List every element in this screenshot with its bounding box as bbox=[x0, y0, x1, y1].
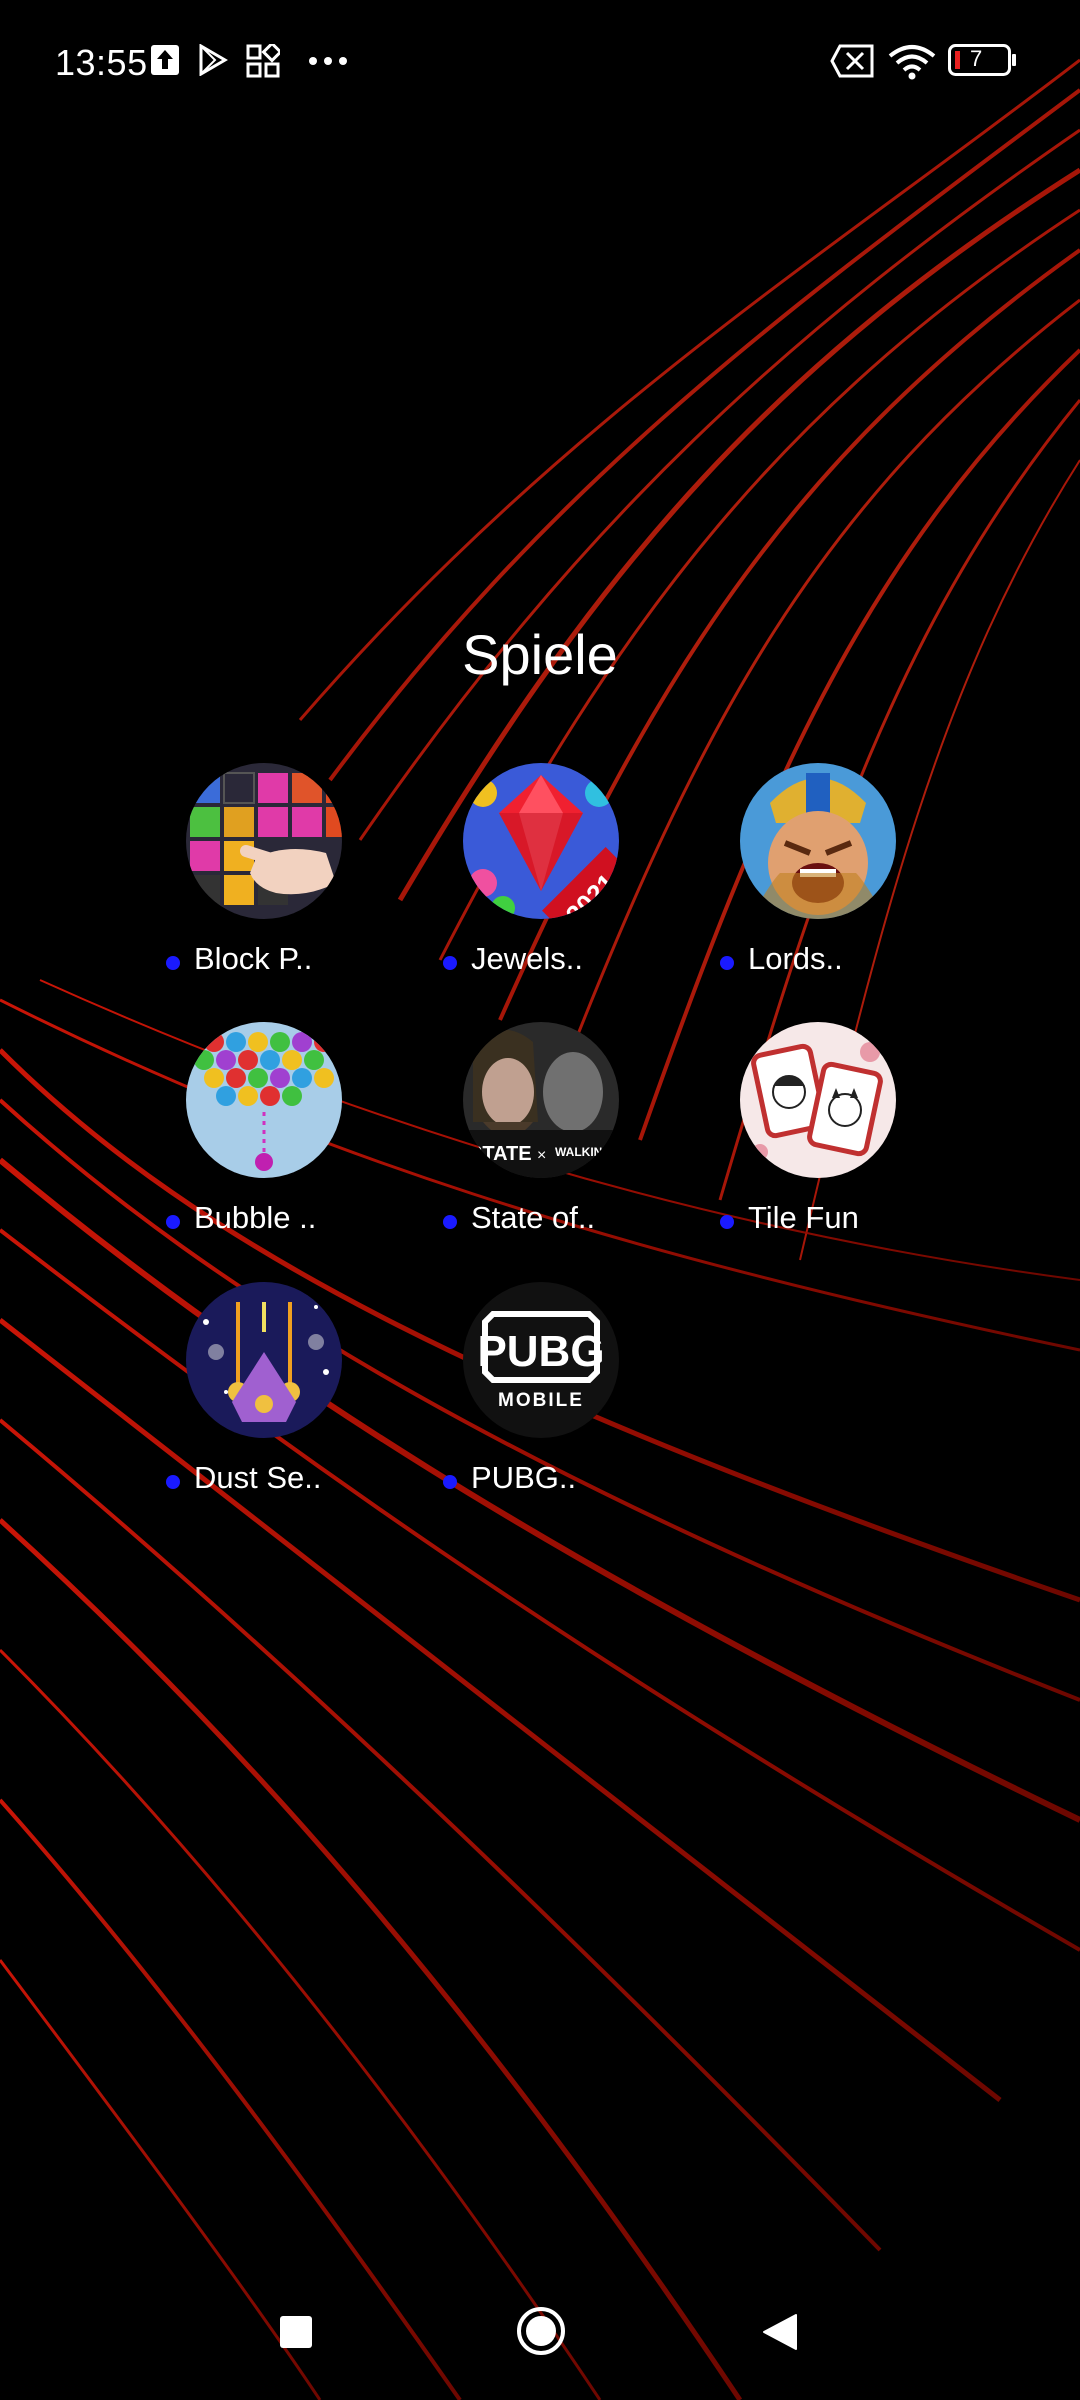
new-app-indicator bbox=[166, 956, 180, 970]
app-label-row: Jewels.. bbox=[403, 941, 683, 981]
state-of-survival-icon: STATE × WALKING bbox=[463, 1022, 619, 1178]
clock: 13:55 bbox=[55, 42, 148, 83]
app-label: Bubble .. bbox=[194, 1200, 317, 1235]
app-label: Jewels.. bbox=[471, 941, 583, 976]
app-label: State of.. bbox=[471, 1200, 596, 1235]
app-grid-icon bbox=[246, 44, 280, 78]
new-app-indicator bbox=[443, 1475, 457, 1489]
folder-title[interactable]: Spiele bbox=[0, 622, 1080, 687]
jewels-icon: 2021 bbox=[463, 763, 619, 919]
pubg-mobile-icon: PUBG MOBILE bbox=[463, 1282, 619, 1438]
no-sim-icon bbox=[830, 44, 874, 78]
recents-button[interactable] bbox=[279, 2315, 313, 2349]
new-app-indicator bbox=[443, 956, 457, 970]
walking-dead-text: WALKING bbox=[555, 1145, 612, 1159]
battery-level: 7 bbox=[970, 46, 983, 71]
new-app-indicator bbox=[720, 1215, 734, 1229]
app-label-row: Block P.. bbox=[126, 941, 406, 981]
lords-mobile-icon bbox=[740, 763, 896, 919]
app-dust-settle[interactable]: Dust Se.. bbox=[126, 1282, 366, 1512]
pubg-text: PUBG bbox=[477, 1327, 604, 1376]
app-label: Dust Se.. bbox=[194, 1460, 322, 1495]
app-label-row: State of.. bbox=[403, 1200, 683, 1240]
app-label: Tile Fun bbox=[748, 1200, 859, 1235]
app-label-row: Tile Fun bbox=[680, 1200, 960, 1240]
app-block-puzzle[interactable]: Block P.. bbox=[126, 763, 366, 993]
app-pubg[interactable]: PUBG MOBILE PUBG.. bbox=[403, 1282, 643, 1512]
wifi-icon bbox=[888, 45, 936, 80]
app-label: Lords.. bbox=[748, 941, 843, 976]
app-label-row: Bubble .. bbox=[126, 1200, 406, 1240]
app-lords[interactable]: Lords.. bbox=[680, 763, 920, 993]
back-button[interactable] bbox=[762, 2313, 798, 2351]
new-app-indicator bbox=[166, 1475, 180, 1489]
app-bubble[interactable]: Bubble .. bbox=[126, 1022, 366, 1252]
pubg-sub-text: MOBILE bbox=[498, 1390, 584, 1411]
state-text: STATE bbox=[469, 1143, 532, 1165]
app-label: PUBG.. bbox=[471, 1460, 577, 1495]
app-label: Block P.. bbox=[194, 941, 313, 976]
app-tile-fun[interactable]: Tile Fun bbox=[680, 1022, 920, 1252]
bubble-shooter-icon bbox=[186, 1022, 342, 1178]
play-store-icon bbox=[199, 44, 228, 76]
tile-fun-icon bbox=[740, 1022, 896, 1178]
new-app-indicator bbox=[166, 1215, 180, 1229]
app-jewels[interactable]: 2021 Jewels.. bbox=[403, 763, 643, 993]
new-app-indicator bbox=[443, 1215, 457, 1229]
app-label-row: Dust Se.. bbox=[126, 1460, 406, 1500]
app-label-row: PUBG.. bbox=[403, 1460, 683, 1500]
home-screen: 13:55 7 Spiele Block P.. 2021 Jewels.. L… bbox=[0, 0, 1080, 2400]
app-state-of-survival[interactable]: STATE × WALKING State of.. bbox=[403, 1022, 643, 1252]
svg-text:×: × bbox=[537, 1147, 546, 1164]
home-button[interactable] bbox=[516, 2306, 566, 2356]
more-dots-icon bbox=[309, 57, 347, 65]
upload-icon bbox=[151, 45, 179, 75]
navigation-bar bbox=[0, 2270, 1080, 2400]
dust-settle-icon bbox=[186, 1282, 342, 1438]
block-puzzle-icon bbox=[186, 763, 342, 919]
new-app-indicator bbox=[720, 956, 734, 970]
app-label-row: Lords.. bbox=[680, 941, 960, 981]
status-bar: 13:55 7 bbox=[0, 0, 1080, 125]
battery-icon: 7 bbox=[948, 44, 1016, 76]
